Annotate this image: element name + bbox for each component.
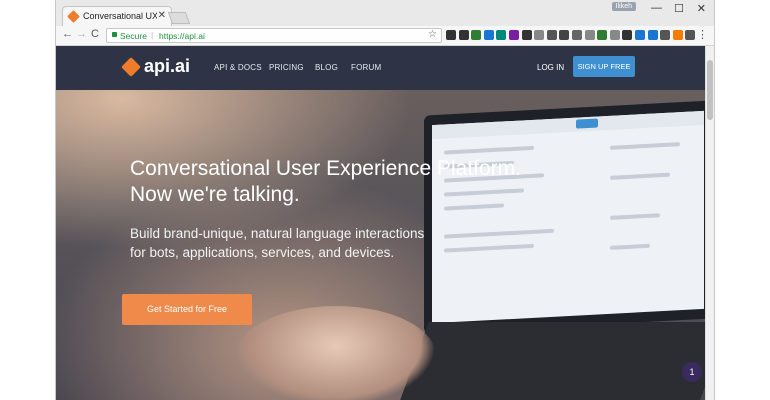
laptop-screen bbox=[424, 100, 707, 334]
api-ai-favicon-icon bbox=[67, 10, 80, 23]
extension-icon[interactable] bbox=[685, 30, 696, 40]
browser-window: Conversational UX Platf ✕ Ilikeh — ☐ ✕ ←… bbox=[55, 0, 715, 400]
logo-text[interactable]: api.ai bbox=[144, 56, 190, 77]
secure-label: Secure bbox=[120, 30, 147, 41]
api-ai-logo-icon[interactable] bbox=[121, 57, 141, 77]
scrollbar-thumb[interactable] bbox=[707, 60, 713, 120]
browser-menu-icon[interactable]: ⋮ bbox=[697, 28, 708, 41]
address-separator: | bbox=[151, 30, 154, 40]
signup-button[interactable]: SIGN UP FREE bbox=[573, 56, 635, 77]
screen-line bbox=[610, 243, 650, 250]
bookmark-star-icon[interactable]: ☆ bbox=[428, 29, 437, 40]
extension-icon[interactable] bbox=[496, 30, 507, 40]
extension-icon[interactable] bbox=[584, 30, 595, 40]
screen-line bbox=[444, 228, 554, 239]
hands-image bbox=[236, 306, 436, 400]
extension-icon[interactable] bbox=[647, 30, 658, 40]
tab-api-ai[interactable]: Conversational UX Platf ✕ bbox=[62, 6, 172, 26]
nav-blog[interactable]: BLOG bbox=[315, 63, 338, 72]
nav-api-docs[interactable]: API & DOCS bbox=[214, 63, 262, 72]
headline-line-2: Now we're talking. bbox=[130, 183, 300, 206]
tab-title: Conversational UX Platf bbox=[83, 11, 157, 21]
new-tab-button[interactable] bbox=[167, 12, 191, 24]
laptop-image bbox=[399, 100, 707, 400]
page-scrollbar[interactable] bbox=[705, 46, 714, 400]
subtext-line-2: for bots, applications, services, and de… bbox=[130, 245, 395, 260]
extension-icon[interactable] bbox=[471, 30, 482, 40]
login-link[interactable]: LOG IN bbox=[537, 63, 564, 72]
screen-line bbox=[610, 172, 670, 180]
extension-icon[interactable] bbox=[446, 30, 456, 40]
extension-icon[interactable] bbox=[660, 30, 671, 40]
screen-topbar bbox=[432, 110, 704, 140]
hero-subtext: Build brand-unique, natural language int… bbox=[130, 224, 450, 262]
extension-icon[interactable] bbox=[509, 30, 519, 40]
extension-icon[interactable] bbox=[521, 30, 532, 40]
extension-icon[interactable] bbox=[483, 30, 494, 40]
screen-line bbox=[444, 243, 534, 253]
chat-notification-badge[interactable]: 1 bbox=[682, 362, 702, 382]
screen-line bbox=[610, 213, 660, 220]
extension-icon[interactable] bbox=[609, 30, 620, 40]
site-navbar: api.ai API & DOCS PRICING BLOG FORUM LOG… bbox=[56, 46, 707, 90]
tab-strip: Conversational UX Platf ✕ Ilikeh — ☐ ✕ bbox=[56, 0, 714, 26]
tab-close-icon[interactable]: ✕ bbox=[158, 10, 166, 21]
extension-icon[interactable] bbox=[559, 30, 570, 40]
forward-button[interactable]: → bbox=[76, 28, 87, 40]
headline-line-1: Conversational User Experience Platform. bbox=[130, 157, 522, 180]
extension-icon[interactable] bbox=[622, 30, 633, 40]
extension-icon[interactable] bbox=[672, 30, 683, 40]
lock-icon bbox=[112, 32, 117, 37]
extension-icon[interactable] bbox=[572, 30, 582, 40]
get-started-button[interactable]: Get Started for Free bbox=[122, 294, 252, 325]
extension-icon[interactable] bbox=[635, 30, 645, 40]
laptop-screen-content bbox=[432, 110, 704, 324]
laptop-keyboard bbox=[399, 322, 707, 400]
back-button[interactable]: ← bbox=[62, 28, 73, 40]
screen-line bbox=[444, 145, 534, 155]
extension-icon[interactable] bbox=[534, 30, 545, 40]
reload-button[interactable]: C bbox=[91, 28, 99, 40]
url-text[interactable]: https://api.ai bbox=[159, 31, 205, 41]
extension-icon[interactable] bbox=[546, 30, 557, 40]
nav-pricing[interactable]: PRICING bbox=[269, 63, 304, 72]
screen-line bbox=[610, 142, 680, 150]
address-bar[interactable]: Secure | https://api.ai ☆ bbox=[106, 28, 442, 43]
nav-forum[interactable]: FORUM bbox=[351, 63, 381, 72]
subtext-line-1: Build brand-unique, natural language int… bbox=[130, 226, 425, 241]
browser-toolbar: ← → C Secure | https://api.ai ☆ ⋮ bbox=[56, 26, 714, 46]
extension-icon[interactable] bbox=[458, 30, 469, 40]
profile-badge[interactable]: Ilikeh bbox=[611, 2, 636, 11]
extension-icon[interactable] bbox=[597, 30, 608, 40]
hero-headline: Conversational User Experience Platform.… bbox=[130, 156, 550, 208]
minimize-button[interactable]: — bbox=[651, 2, 662, 14]
screen-save-button bbox=[576, 118, 598, 129]
window-close-button[interactable]: ✕ bbox=[697, 2, 706, 15]
api-ai-homepage: api.ai API & DOCS PRICING BLOG FORUM LOG… bbox=[56, 46, 707, 400]
maximize-button[interactable]: ☐ bbox=[674, 2, 684, 15]
